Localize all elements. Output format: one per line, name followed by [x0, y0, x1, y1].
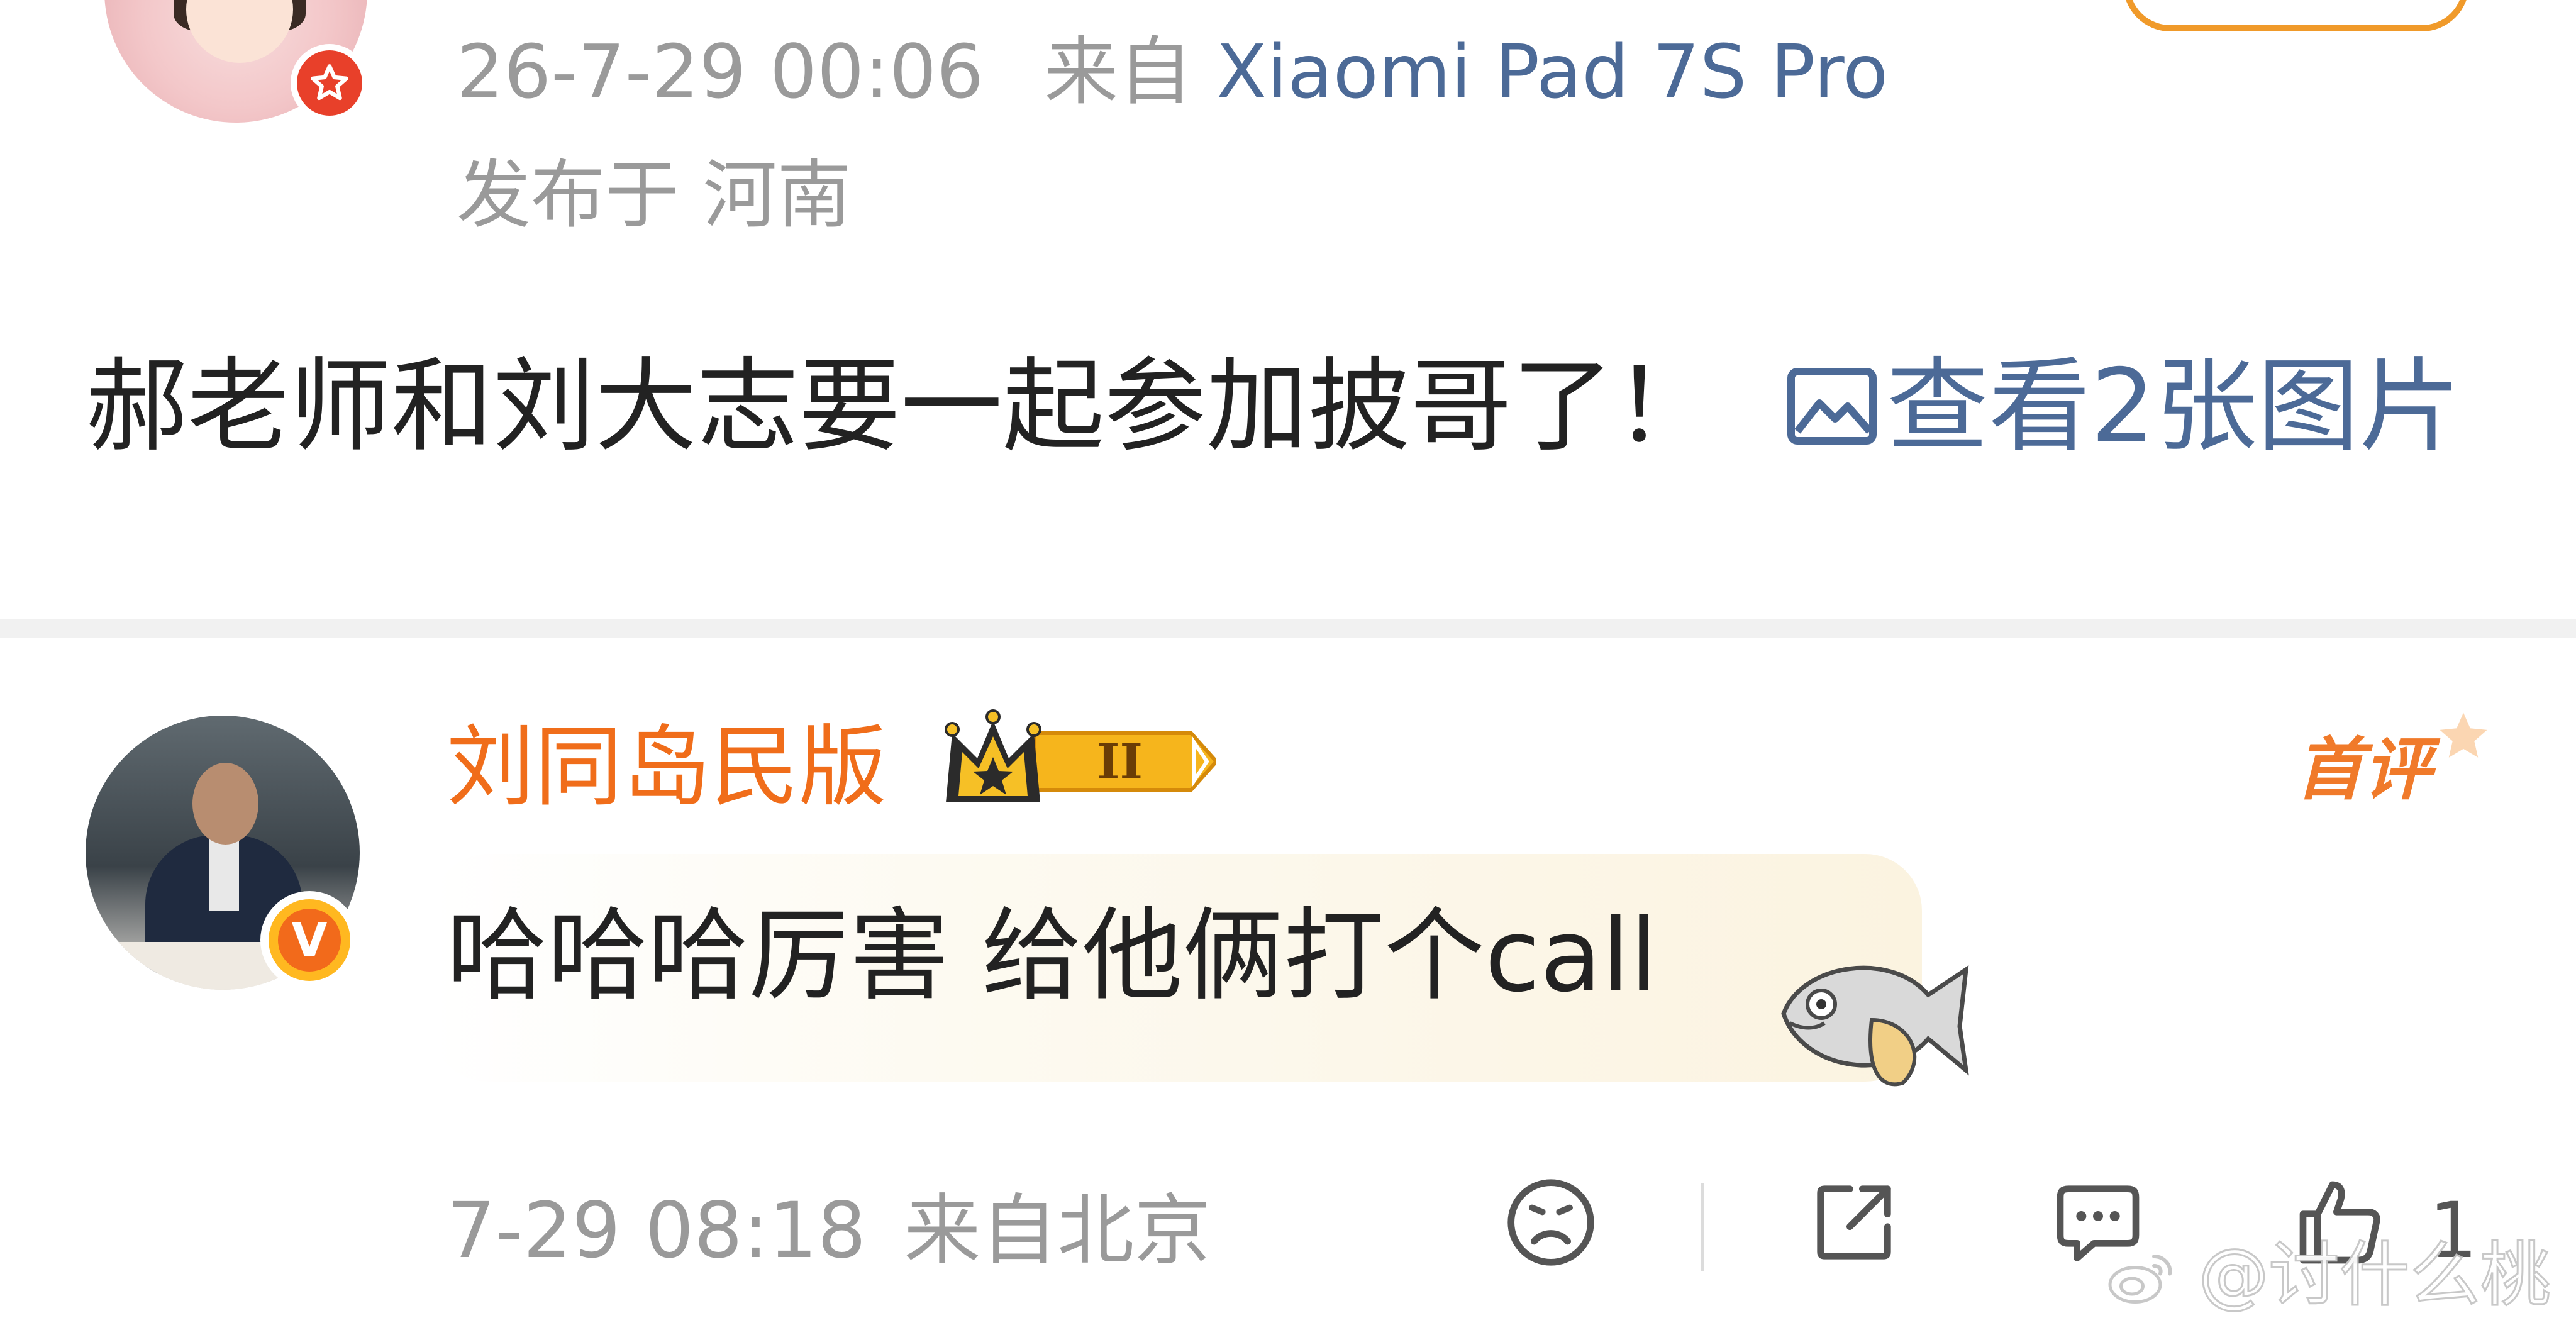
view-images-link[interactable]: 查看2张图片 — [1785, 348, 2461, 466]
post-time: 26-7-29 00:06 — [457, 28, 984, 115]
comment-meta: 7-29 08:18 来自北京 — [447, 1183, 1211, 1278]
commenter-username[interactable]: 刘同岛民版 — [447, 714, 887, 821]
follow-button[interactable] — [2123, 0, 2469, 31]
frown-icon[interactable] — [1501, 1172, 1601, 1275]
post-from-label: 来自 — [1044, 28, 1193, 115]
weibo-logo-icon — [2107, 1234, 2199, 1316]
comment-time: 7-29 08:18 — [447, 1186, 867, 1275]
vip-crown-badge-icon[interactable]: II — [940, 708, 1219, 817]
vip-level: II — [1097, 733, 1143, 790]
first-comment-badge: 首评 — [2296, 731, 2432, 809]
post-text: 郝老师和刘大志要一起参加披哥了！ — [86, 348, 1716, 466]
share-icon[interactable] — [1804, 1172, 1904, 1275]
comment-text: 哈哈哈厉害 给他俩打个call — [447, 897, 1658, 1014]
first-comment-star-icon — [2435, 708, 2492, 767]
post-body: 郝老师和刘大志要一起参加披哥了！ 查看2张图片 — [86, 335, 2488, 488]
section-divider — [0, 619, 2576, 638]
avatar-face — [186, 0, 293, 63]
post-device-link[interactable]: Xiaomi Pad 7S Pro — [1216, 28, 1889, 115]
avatar-shirt — [209, 835, 239, 911]
red-star-badge-icon — [291, 44, 369, 122]
fish-sticker-icon — [1777, 944, 1972, 1092]
comment-location: 来自北京 — [904, 1186, 1211, 1275]
avatar-head — [192, 763, 258, 845]
view-images-label: 查看2张图片 — [1887, 348, 2462, 466]
watermark-text: @讨什么桃 — [2197, 1234, 2551, 1317]
post-meta: 26-7-29 00:06 来自 Xiaomi Pad 7S Pro — [457, 28, 1888, 116]
verified-v-badge-icon: V — [260, 891, 358, 989]
image-icon — [1785, 343, 1879, 488]
watermark: @讨什么桃 — [2107, 1231, 2551, 1319]
post-location: 发布于 河南 — [457, 152, 852, 238]
action-separator — [1701, 1183, 1704, 1271]
